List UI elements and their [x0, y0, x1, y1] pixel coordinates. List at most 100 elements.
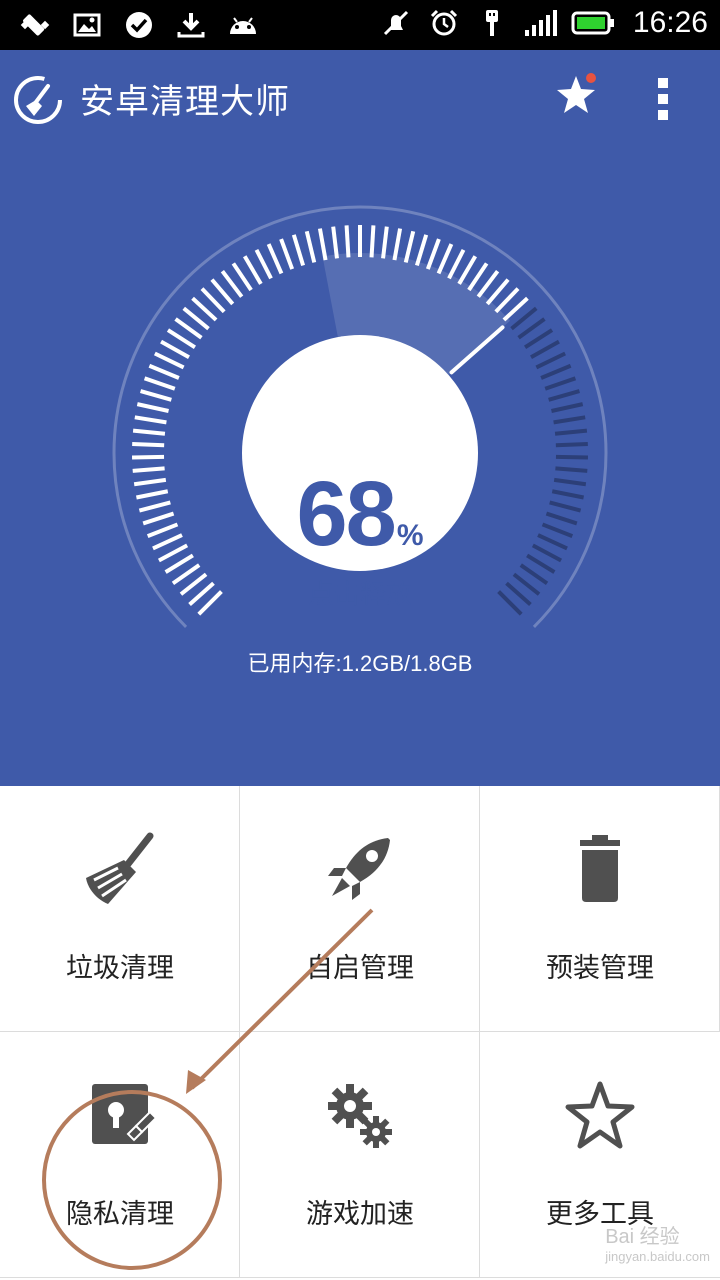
memory-usage-text: 已用内存:1.2GB/1.8GB [247, 651, 473, 676]
more-options-button[interactable] [640, 70, 688, 126]
gauge-tick [133, 477, 167, 487]
gauge-tick [436, 243, 454, 275]
tool-junk-clean[interactable]: 垃圾清理 [0, 786, 240, 1032]
gauge-tick [425, 238, 441, 270]
tool-label: 隐私清理 [66, 1199, 174, 1230]
android-icon [226, 8, 260, 42]
gauge-tick [143, 376, 176, 391]
gauge-tick [157, 543, 189, 563]
gauge-tick [153, 351, 185, 370]
gauge-tick [553, 477, 587, 487]
gauge-tick [548, 389, 580, 402]
gauge-tick [291, 234, 306, 267]
usb-icon [475, 6, 509, 40]
gears-icon [320, 1076, 400, 1156]
tool-privacy-clean[interactable]: 隐私清理 [0, 1032, 240, 1278]
battery-icon [571, 6, 615, 40]
gauge-tick [146, 522, 179, 538]
gauge-tick [537, 533, 568, 551]
watermark-text: Bai 经验 [605, 1226, 680, 1248]
memory-percent: 68% [242, 462, 478, 567]
gauge-tick [551, 489, 585, 500]
gauge-tick [553, 415, 586, 425]
gauge-tick [136, 402, 169, 413]
gauge-tick [540, 363, 572, 380]
notification-dot [586, 73, 596, 83]
gauge-tick [457, 255, 478, 285]
gauge-tick [135, 489, 169, 500]
gauge-tick [166, 328, 197, 350]
gauge-tick [551, 402, 584, 413]
gauge-tick [160, 339, 190, 359]
gauge-tick [254, 248, 273, 280]
gauge-tick [344, 225, 351, 258]
image-icon [70, 8, 104, 42]
clock: 16:26 [632, 6, 708, 39]
star-outline-icon [560, 1076, 640, 1156]
gauge-tick [140, 389, 172, 402]
tool-label: 自启管理 [306, 953, 414, 984]
gauge-tick [545, 511, 578, 526]
gauge-tick [242, 255, 263, 285]
download-icon [174, 8, 208, 42]
percent-value: 68 [296, 463, 396, 565]
gauge-tick [555, 466, 588, 473]
gauge-tick [279, 238, 295, 270]
gauge-tick [544, 376, 577, 391]
gauge-tick [266, 243, 284, 275]
gauge-tick [132, 442, 165, 448]
app-logo-icon [12, 74, 64, 126]
gauge-tick [447, 248, 466, 280]
gauge-tick [549, 500, 582, 513]
gauge-tick [317, 228, 328, 261]
gauge-tick [526, 553, 556, 574]
tool-autostart-manage[interactable]: 自启管理 [240, 786, 480, 1032]
tool-label: 游戏加速 [306, 1199, 414, 1230]
gauge-tick [541, 522, 574, 538]
satellite-icon [18, 8, 52, 42]
signal-icon [523, 6, 557, 40]
tool-game-boost[interactable]: 游戏加速 [240, 1032, 480, 1278]
gauge-tick [381, 226, 389, 259]
percent-unit: % [396, 519, 424, 552]
broom-icon [80, 830, 160, 910]
gauge-tick [304, 230, 317, 263]
tool-preinstall-manage[interactable]: 预装管理 [480, 786, 720, 1032]
gauge-tick [148, 363, 180, 380]
mute-icon [379, 6, 413, 40]
favorite-star-button[interactable] [552, 70, 608, 126]
header: 安卓清理大师 68% 点击释放 已用内存:1.2GB/1.8GB [0, 50, 720, 786]
gauge-tick [132, 454, 165, 460]
gauge-tick [132, 466, 165, 473]
gauge-tick [523, 328, 554, 350]
gauge-tick [403, 230, 416, 263]
gauge-tick [555, 442, 588, 448]
watermark-url: jingyan.baidu.com [605, 1249, 710, 1264]
gauge-tick [414, 234, 429, 267]
app-title: 安卓清理大师 [80, 82, 290, 122]
gauge-tick [535, 351, 567, 370]
gauge-tick [531, 543, 563, 563]
trash-icon [560, 830, 640, 910]
gauge-tick [369, 225, 376, 258]
gauge-tick [138, 500, 171, 513]
app-bar: 安卓清理大师 [0, 50, 720, 146]
tool-label: 预装管理 [546, 953, 654, 984]
gauge-tick [132, 428, 166, 436]
tool-label: 垃圾清理 [66, 953, 174, 984]
gauge-tick [530, 339, 560, 359]
release-button[interactable]: 点击释放 [242, 574, 478, 611]
gauge-tick [134, 415, 167, 425]
gauge-tick [331, 226, 339, 259]
gauge-tick [142, 511, 175, 526]
gauge-tick [392, 228, 403, 261]
alarm-icon [427, 6, 461, 40]
gauge-tick [152, 533, 183, 551]
status-bar: 16:26 [0, 0, 720, 50]
rocket-icon [320, 830, 400, 910]
gauge-tick [555, 454, 588, 460]
gauge-tick [164, 553, 194, 574]
gauge-tick [554, 428, 588, 436]
watermark: Bai 经验 jingyan.baidu.com [605, 1220, 710, 1264]
privacy-lock-icon [80, 1076, 160, 1156]
